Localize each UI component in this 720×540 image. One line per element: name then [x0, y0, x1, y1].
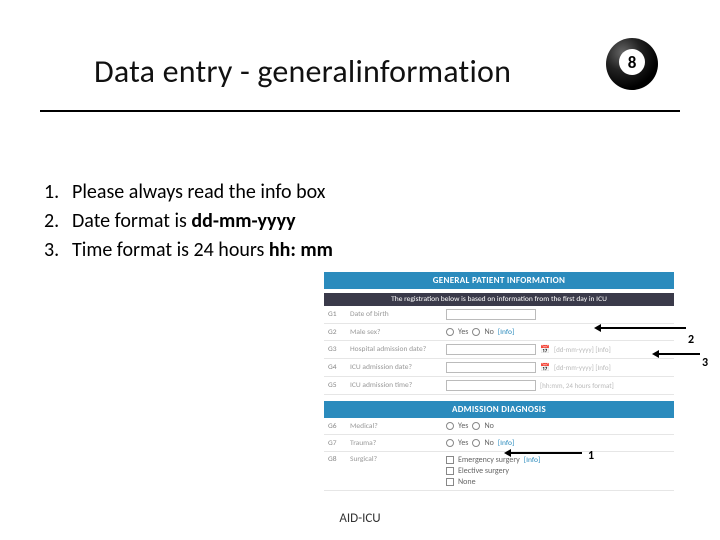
list-item: 3. Time format is 24 hours hh: mm — [44, 236, 333, 265]
arrow-2 — [600, 327, 686, 329]
form-screenshot: GENERAL PATIENT INFORMATION The registra… — [324, 272, 674, 491]
callout-2: 2 — [688, 333, 694, 347]
field-label: Trauma? — [350, 439, 442, 448]
callout-1: 1 — [588, 449, 594, 463]
field-hint: [dd-mm-yyyy] [Info] — [554, 345, 611, 354]
option-label: None — [458, 477, 476, 487]
field-label: Medical? — [350, 422, 442, 431]
radio-label: Yes — [458, 327, 468, 337]
list-item: 1. Please always read the info box — [44, 178, 333, 207]
calendar-icon[interactable]: 📅 — [540, 345, 550, 355]
field-label: Male sex? — [350, 328, 442, 337]
date-input[interactable] — [446, 362, 536, 373]
field-label: Surgical? — [350, 455, 442, 464]
field-code: G8 — [328, 455, 346, 464]
eight-ball-badge: 8 — [606, 38, 658, 90]
radio-yes[interactable] — [446, 422, 454, 430]
radio-label: Yes — [458, 421, 468, 431]
info-link[interactable]: [Info] — [498, 328, 514, 337]
option-elective[interactable] — [446, 467, 454, 475]
list-text: Date format is — [72, 209, 191, 233]
arrow-1 — [510, 452, 582, 454]
field-code: G5 — [328, 381, 346, 390]
radio-no[interactable] — [472, 422, 480, 430]
form-row: G6 Medical? Yes No — [324, 418, 674, 435]
field-label: Date of birth — [350, 310, 442, 319]
form-row: G8 Surgical? Emergency surgery[Info] Ele… — [324, 452, 674, 491]
list-number: 3. — [44, 236, 72, 265]
field-code: G4 — [328, 363, 346, 372]
arrow-3 — [658, 353, 700, 355]
radio-no[interactable] — [472, 328, 480, 336]
callout-3: 3 — [702, 356, 708, 370]
form-row: G3 Hospital admission date? 📅 [dd-mm-yyyy… — [324, 341, 674, 359]
field-code: G2 — [328, 328, 346, 337]
slide-footer: AID-ICU — [0, 511, 720, 526]
form-banner-2: ADMISSION DIAGNOSIS — [324, 401, 674, 418]
radio-label: Yes — [458, 438, 468, 448]
field-code: G3 — [328, 345, 346, 354]
radio-label: No — [484, 327, 493, 337]
field-code: G7 — [328, 439, 346, 448]
form-row: G7 Trauma? Yes No [Info] — [324, 435, 674, 452]
radio-no[interactable] — [472, 439, 480, 447]
form-banner: GENERAL PATIENT INFORMATION — [324, 272, 674, 289]
radio-yes[interactable] — [446, 328, 454, 336]
time-input[interactable] — [446, 380, 536, 391]
ball-number: 8 — [619, 49, 645, 75]
form-row: G1 Date of birth — [324, 306, 674, 324]
field-hint: [hh:mm, 24 hours format] — [540, 381, 614, 390]
list-number: 1. — [44, 178, 72, 207]
list-bold: hh: mm — [269, 238, 333, 262]
option-none[interactable] — [446, 478, 454, 486]
field-label: ICU admission date? — [350, 363, 442, 372]
slide-title: Data entry - generalinformation — [94, 52, 511, 91]
field-code: G1 — [328, 310, 346, 319]
form-row: G4 ICU admission date? 📅 [dd-mm-yyyy] [In… — [324, 359, 674, 377]
date-input[interactable] — [446, 309, 536, 320]
form-subbanner: The registration below is based on infor… — [324, 293, 674, 306]
field-hint: [dd-mm-yyyy] [Info] — [554, 363, 611, 372]
field-code: G6 — [328, 422, 346, 431]
form-row: G5 ICU admission time? [hh:mm, 24 hours … — [324, 377, 674, 395]
list-item: 2. Date format is dd-mm-yyyy — [44, 207, 333, 236]
radio-yes[interactable] — [446, 439, 454, 447]
calendar-icon[interactable]: 📅 — [540, 363, 550, 373]
list-text: Please always read the info box — [72, 180, 325, 204]
title-underline — [40, 110, 680, 112]
option-label: Elective surgery — [458, 466, 509, 476]
info-link[interactable]: [Info] — [498, 439, 514, 448]
option-emergency[interactable] — [446, 456, 454, 464]
list-bold: dd-mm-yyyy — [191, 209, 295, 233]
radio-label: No — [484, 438, 493, 448]
field-label: Hospital admission date? — [350, 345, 442, 354]
instruction-list: 1. Please always read the info box 2. Da… — [44, 178, 333, 265]
list-text: Time format is 24 hours — [72, 238, 269, 262]
date-input[interactable] — [446, 344, 536, 355]
info-link[interactable]: [Info] — [524, 456, 540, 465]
field-label: ICU admission time? — [350, 381, 442, 390]
list-number: 2. — [44, 207, 72, 236]
radio-label: No — [484, 421, 493, 431]
